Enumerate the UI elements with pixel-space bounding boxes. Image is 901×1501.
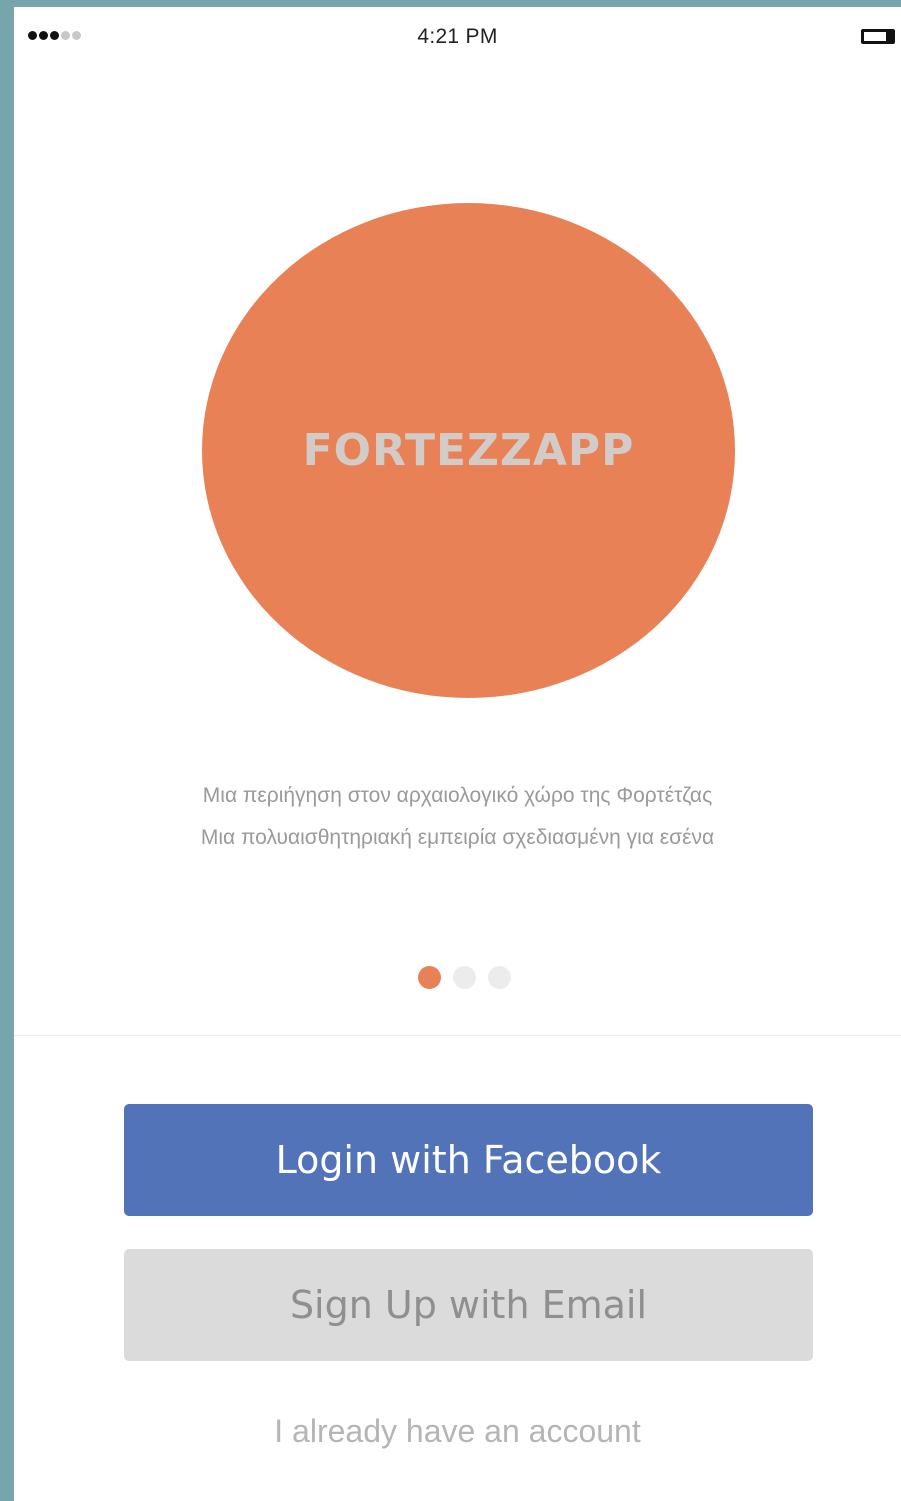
app-logo: FORTEZZAPP [202,203,735,698]
existing-account-link[interactable]: I already have an account [14,1413,901,1450]
app-logo-text: FORTEZZAPP [302,425,635,476]
battery-level [886,32,892,41]
page-dot[interactable] [488,966,511,989]
page-indicator [418,966,511,989]
battery-icon [861,29,895,44]
phone-screen: 4:21 PM FORTEZZAPP Μια περιήγηση στον αρ… [14,7,901,1501]
sign-up-with-email-button[interactable]: Sign Up with Email [124,1249,813,1361]
divider [14,1035,901,1036]
status-time: 4:21 PM [417,25,498,48]
page-dot-active[interactable] [418,966,441,989]
tagline-line-2: Μια πολυαισθητηριακή εμπειρία σχεδιασμέν… [200,826,715,849]
tagline-line-1: Μια περιήγηση στον αρχαιολογικό χώρο της… [202,784,713,807]
page-dot[interactable] [453,966,476,989]
status-bar: 4:21 PM [14,7,901,63]
login-with-facebook-button[interactable]: Login with Facebook [124,1104,813,1216]
